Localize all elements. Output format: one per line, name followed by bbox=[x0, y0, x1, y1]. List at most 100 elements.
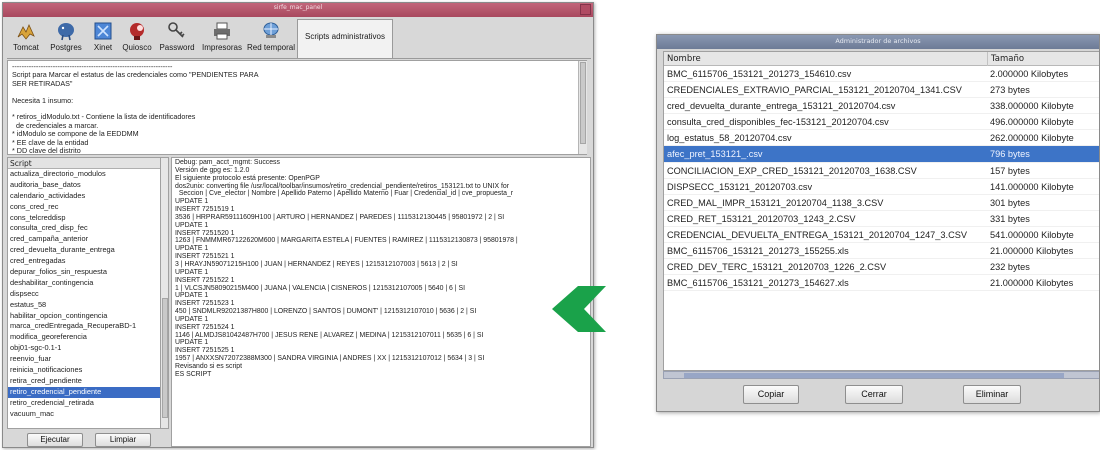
file-row[interactable]: BMC_6115706_153121_201273_154610.csv 2.00… bbox=[664, 66, 1099, 83]
script-list-item[interactable]: calendario_actividades bbox=[8, 191, 160, 202]
script-list-item[interactable]: obj01-sgc-0.1-1 bbox=[8, 343, 160, 354]
script-list-item[interactable]: auditoria_base_datos bbox=[8, 180, 160, 191]
close-icon[interactable] bbox=[580, 4, 591, 15]
log-line: dos2unix: converting file /usr/local/too… bbox=[175, 182, 509, 190]
delete-button[interactable]: Eliminar bbox=[963, 385, 1021, 404]
script-list-item[interactable]: marca_credEntregada_RecuperaBD-1 bbox=[8, 321, 160, 332]
script-list-item[interactable]: modifica_georeferencia bbox=[8, 332, 160, 343]
description-scrollbar[interactable] bbox=[578, 61, 587, 154]
script-list-item[interactable]: cred_campaña_anterior bbox=[8, 234, 160, 245]
chevron-left-arrow-icon bbox=[552, 286, 606, 332]
log-line: Versión de gpg es: 1.2.0 bbox=[175, 166, 250, 174]
tab-password[interactable]: Password bbox=[156, 19, 198, 57]
log-line: INSERT 7251521 1 bbox=[175, 253, 235, 261]
script-list-item[interactable]: retira_cred_pendiente bbox=[8, 376, 160, 387]
script-list-item[interactable]: deshabilitar_contingencia bbox=[8, 278, 160, 289]
file-row[interactable]: CREDENCIAL_DEVUELTA_ENTREGA_153121_20120… bbox=[664, 227, 1099, 244]
tab-scripts-administrativos[interactable]: Scripts administrativos bbox=[297, 19, 393, 59]
output-log: Debug: pam_acct_mgmt: Success Versión de … bbox=[171, 157, 591, 447]
xinet-icon bbox=[94, 22, 112, 40]
file-row[interactable]: BMC_6115706_153121_201273_154627.xls 21.0… bbox=[664, 275, 1099, 292]
script-list-item[interactable]: reenvio_fuar bbox=[8, 354, 160, 365]
tab-label: Impresoras bbox=[201, 43, 242, 52]
file-name: BMC_6115706_153121_201273_154610.csv bbox=[667, 69, 852, 79]
file-row[interactable]: CREDENCIALES_EXTRAVIO_PARCIAL_153121_201… bbox=[664, 82, 1099, 99]
file-name: CRED_RET_153121_20120703_1243_2.CSV bbox=[667, 213, 856, 224]
script-list-item[interactable]: retiro_credencial_pendiente bbox=[8, 386, 160, 398]
file-size: 2.000000 Kilobytes bbox=[990, 69, 1069, 79]
close-button[interactable]: Cerrar bbox=[845, 385, 903, 404]
execute-button[interactable]: Ejecutar bbox=[27, 433, 83, 447]
file-size: 21.000000 Kilobytes bbox=[990, 246, 1074, 257]
file-row[interactable]: DISPSECC_153121_20120703.csv 141.000000 K… bbox=[664, 179, 1099, 195]
window-title: sirfe_mac_panel bbox=[273, 4, 323, 11]
file-row[interactable]: afec_pret_153121_.csv 796 bytes bbox=[664, 146, 1099, 163]
key-icon bbox=[168, 22, 185, 38]
script-list-item[interactable]: habilitar_opcion_contingencia bbox=[8, 311, 160, 322]
file-name: afec_pret_153121_.csv bbox=[667, 149, 763, 160]
script-list-header[interactable]: Script bbox=[8, 158, 160, 169]
log-line: INSERT 7251523 1 bbox=[175, 300, 235, 308]
tab-red-temporal[interactable]: Red temporal bbox=[246, 19, 296, 57]
script-list-item[interactable]: cred_entregadas bbox=[8, 256, 160, 267]
log-line: INSERT 7251525 1 bbox=[175, 347, 235, 355]
file-name: CRED_MAL_IMPR_153121_20120704_1138_3.CSV bbox=[667, 197, 884, 208]
tab-label: Tomcat bbox=[13, 43, 39, 52]
log-line: INSERT 7251519 1 bbox=[175, 206, 235, 214]
file-name: DISPSECC_153121_20120703.csv bbox=[667, 181, 813, 192]
log-line: 3 | HRAYJN59071215H100 | JUAN | HERNANDE… bbox=[175, 260, 458, 268]
file-row[interactable]: log_estatus_58_20120704.csv 262.000000 Ki… bbox=[664, 130, 1099, 147]
description-line bbox=[12, 88, 582, 96]
script-list-item[interactable]: consulta_cred_disp_fec bbox=[8, 223, 160, 234]
tab-quiosco[interactable]: Quiosco bbox=[119, 19, 155, 57]
script-list-item[interactable]: estatus_58 bbox=[8, 300, 160, 311]
script-list-scrollbar[interactable] bbox=[160, 157, 169, 429]
script-list-item[interactable]: dispsecc bbox=[8, 289, 160, 300]
file-list-hscrollbar[interactable] bbox=[663, 371, 1099, 379]
file-size: 496.000000 Kilobyte bbox=[990, 117, 1074, 128]
description-line: Necesita 1 insumo: bbox=[12, 95, 74, 105]
log-line: El siguiente protocolo está presente: Op… bbox=[175, 174, 320, 182]
file-size: 262.000000 Kilobyte bbox=[990, 133, 1074, 144]
tab-tomcat[interactable]: Tomcat bbox=[7, 19, 45, 57]
window-titlebar[interactable]: Administrador de archivos bbox=[657, 35, 1099, 49]
script-list-item[interactable]: vacuum_mac bbox=[8, 409, 160, 420]
tab-xinet[interactable]: Xinet bbox=[88, 19, 118, 57]
log-line: Revisando si es script bbox=[175, 362, 243, 370]
file-row[interactable]: BMC_6115706_153121_201273_155255.xls 21.0… bbox=[664, 243, 1099, 260]
log-line: 1146 | ALMDJS81042487H700 | JESUS RENE |… bbox=[175, 331, 484, 339]
tab-label: Password bbox=[159, 43, 195, 52]
tomcat-icon bbox=[17, 24, 35, 40]
script-list: Script actualiza_directorio_modulos audit… bbox=[7, 157, 161, 429]
file-list: Nombre Tamaño BMC_6115706_153121_201273_… bbox=[663, 51, 1099, 371]
file-row[interactable]: CONCILIACION_EXP_CRED_153121_20120703_16… bbox=[664, 163, 1099, 179]
tab-impresoras[interactable]: Impresoras bbox=[199, 19, 245, 57]
script-list-item[interactable]: retiro_credencial_retirada bbox=[8, 398, 160, 409]
tab-toolbar: Tomcat Postgres Xinet Quiosco Password I… bbox=[7, 19, 593, 59]
script-list-item[interactable]: reinicia_notificaciones bbox=[8, 365, 160, 376]
script-list-item[interactable]: actualiza_directorio_modulos bbox=[8, 169, 160, 180]
copy-button[interactable]: Copiar bbox=[743, 385, 799, 404]
log-line: Debug: pam_acct_mgmt: Success bbox=[175, 159, 280, 166]
log-line: UPDATE 1 bbox=[175, 245, 209, 253]
script-list-item[interactable]: cons_telcreddisp bbox=[8, 213, 160, 224]
script-list-item[interactable]: cons_cred_rec bbox=[8, 202, 160, 213]
log-line: UPDATE 1 bbox=[175, 198, 209, 206]
description-line: SER RETIRADAS" bbox=[12, 78, 73, 88]
window-titlebar[interactable]: sirfe_mac_panel bbox=[3, 3, 593, 17]
clear-button[interactable]: Limpiar bbox=[95, 433, 151, 447]
script-list-item[interactable]: cred_devuelta_durante_entrega bbox=[8, 245, 160, 256]
log-line: INSERT 7251520 1 bbox=[175, 229, 235, 237]
file-name: CONCILIACION_EXP_CRED_153121_20120703_16… bbox=[667, 165, 917, 176]
tab-label: Scripts administrativos bbox=[304, 32, 386, 41]
tab-postgres[interactable]: Postgres bbox=[46, 19, 86, 57]
script-list-item[interactable]: depurar_folios_sin_respuesta bbox=[8, 267, 160, 278]
file-row[interactable]: cred_devuelta_durante_entrega_153121_201… bbox=[664, 98, 1099, 115]
file-row[interactable]: CRED_DEV_TERC_153121_20120703_1226_2.CSV… bbox=[664, 259, 1099, 276]
file-row[interactable]: consulta_cred_disponibles_fec-153121_201… bbox=[664, 114, 1099, 131]
file-row[interactable]: CRED_MAL_IMPR_153121_20120704_1138_3.CSV… bbox=[664, 195, 1099, 211]
file-row[interactable]: CRED_RET_153121_20120703_1243_2.CSV 331 b… bbox=[664, 211, 1099, 227]
tab-divider bbox=[7, 58, 591, 59]
column-size-header[interactable]: Tamaño bbox=[987, 52, 1024, 66]
column-name-header[interactable]: Nombre bbox=[667, 52, 701, 66]
